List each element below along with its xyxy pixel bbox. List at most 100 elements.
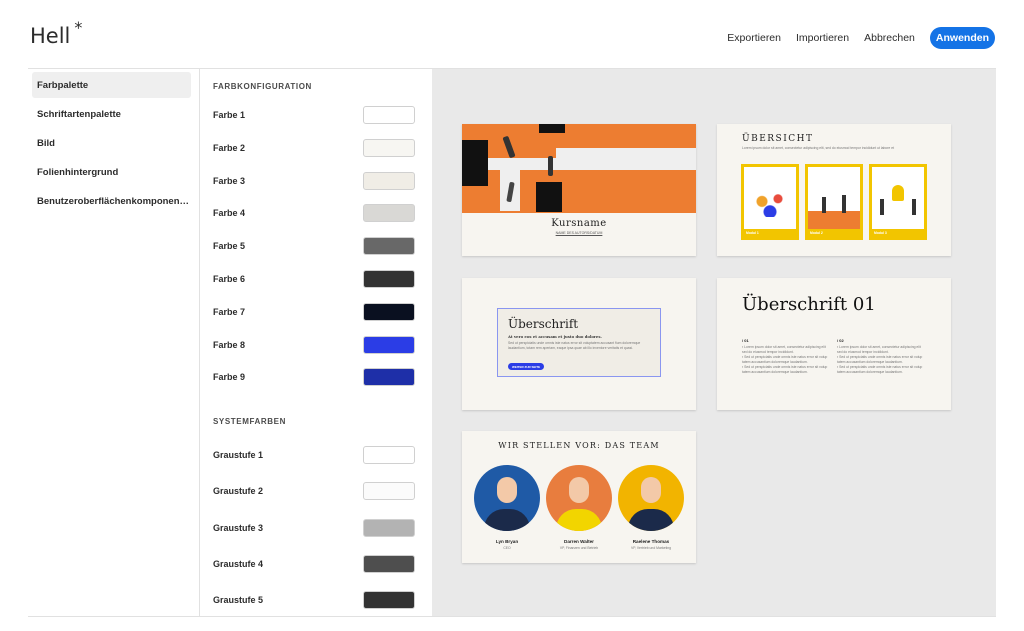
color-swatch[interactable] [363,204,415,223]
preview-slide-heading[interactable]: Überschrift At vero eos et accusam et ju… [462,278,696,410]
theme-title: Hell * [30,18,82,48]
color-swatch[interactable] [363,302,415,321]
sidebar-item-color-palette[interactable]: Farbpalette [32,72,191,98]
content-card: Überschrift At vero eos et accusam et ju… [497,308,661,377]
banner-stripe [556,148,696,170]
person-illustration [842,195,846,213]
slide-overview-title: ÜBERSICHT [742,134,814,144]
bullet-text: Sed ut perspiciatis unde omnis iste natu… [837,355,923,364]
preview-slide-team[interactable]: WIR STELLEN VOR: DAS TEAM Lyn Bryan CEO Da… [462,431,696,563]
bullet-text: Sed ut perspiciatis unde omnis iste natu… [837,365,923,374]
theme-preview-area: Kursname NAME DES AUTORS/DATUM ÜBERSICHT… [432,69,996,616]
color-swatch[interactable] [363,368,415,387]
list-item: ▪ Lorem ipsum dolor sit amet, consectetu… [837,345,921,354]
color-label: Farbe 4 [213,208,246,219]
color-swatch[interactable] [363,237,415,256]
color-label: Farbe 8 [213,339,246,350]
color-label: Farbe 9 [213,372,246,383]
team-title: WIR STELLEN VOR: DAS TEAM [498,441,660,450]
member-name: Raelene Thomas [632,539,670,544]
bullet-text: Sed ut perspiciatis unde omnis iste natu… [742,355,828,364]
bullet-list: ▪ Lorem ipsum dolor sit amet, consectetu… [837,345,925,374]
team-member: Darren Walter VP, Finanzen und Betrieb [546,465,612,550]
member-role: CEO [503,546,511,550]
card-button: WEITER ZUR SEITE [508,363,545,370]
avatar-face [569,477,589,503]
member-name: Darren Walter [564,539,594,544]
sidebar-item-font-palette[interactable]: Schriftartenpalette [32,101,191,127]
preview-slide-heading-01[interactable]: Überschrift 01 / 01 / 02 ▪ Lorem ipsum d… [717,278,951,410]
avatar-face [497,477,517,503]
sidebar-item-ui-components[interactable]: Benutzeroberflächenkomponen… [32,188,191,214]
card-subheading: At vero eos et accusam et justo duo dolo… [508,334,602,339]
module-label: Modul 2 [808,229,860,237]
grayscale-swatch[interactable] [363,591,415,610]
app-header: Hell * Exportieren Importieren Abbrechen … [0,0,1024,68]
module-illustration [808,211,860,231]
unsaved-marker: * [74,18,83,37]
grayscale-row: Graustufe 2 [213,481,415,501]
list-item: ▪ Sed ut perspiciatis unde omnis iste na… [742,355,828,364]
module-card: Modul 3 [869,164,927,240]
person-illustration [548,156,553,176]
module-card: Modul 1 [741,164,799,240]
apply-button[interactable]: Anwenden [929,27,995,49]
color-swatch[interactable] [363,138,415,157]
color-row: Farbe 4 [213,203,415,223]
import-button[interactable]: Importieren [796,32,849,44]
sidebar-item-label: Folienhintergrund [37,166,119,178]
cancel-button[interactable]: Abbrechen [864,32,915,44]
sidebar-item-label: Farbpalette [37,79,89,91]
footer-divider [28,616,996,617]
card-text: Sed ut perspiciatis unde omnis iste natu… [508,341,641,350]
sidebar-item-label: Benutzeroberflächenkomponen… [37,195,190,207]
color-config-panel: FARBKONFIGURATION Farbe 1 Farbe 2 Farbe 3 F… [201,69,432,616]
grayscale-swatch[interactable] [363,518,415,537]
sidebar-item-image[interactable]: Bild [32,130,191,156]
list-item: ▪ Sed ut perspiciatis unde omnis iste na… [742,365,828,374]
color-row: Farbe 1 [213,105,415,125]
module-illustration [750,191,790,217]
color-row: Farbe 9 [213,367,415,387]
avatar [618,465,684,531]
grayscale-swatch[interactable] [363,554,415,573]
color-swatch[interactable] [363,270,415,288]
avatar-face [641,477,661,503]
color-label: Farbe 6 [213,274,246,284]
avatar-body [484,509,530,531]
color-label: Farbe 2 [213,142,246,153]
grayscale-label: Graustufe 2 [213,486,264,497]
avatar-body [628,509,674,531]
column-heading: / 01 [742,338,749,343]
color-swatch[interactable] [363,335,415,354]
list-item: ▪ Lorem ipsum dolor sit amet, consectetu… [742,345,826,354]
color-label: Farbe 5 [213,241,246,252]
slide-overview-text: Lorem ipsum dolor sit amet, consectetur … [742,146,895,150]
export-button[interactable]: Exportieren [727,32,781,44]
settings-sidebar: Farbpalette Schriftartenpalette Bild Fol… [28,69,200,616]
module-card: Modul 2 [805,164,863,240]
color-row: Farbe 7 [213,302,415,322]
grayscale-label: Graustufe 1 [213,450,264,460]
grayscale-swatch[interactable] [363,446,415,464]
color-row: Farbe 2 [213,138,415,158]
color-row: Farbe 3 [213,171,415,191]
preview-slide-overview[interactable]: ÜBERSICHT Lorem ipsum dolor sit amet, co… [717,124,951,256]
color-section-title: FARBKONFIGURATION [213,82,312,91]
grayscale-row: Graustufe 5 [213,590,415,610]
sidebar-item-slide-background[interactable]: Folienhintergrund [32,159,191,185]
color-swatch[interactable] [363,171,415,190]
color-label: Farbe 1 [213,110,246,120]
banner-block [539,124,565,133]
banner-block [536,182,562,212]
module-label: Modul 3 [872,229,924,237]
preview-slide-title[interactable]: Kursname NAME DES AUTORS/DATUM [462,124,696,256]
sidebar-item-label: Schriftartenpalette [37,108,121,120]
theme-name: Hell [30,24,71,48]
bullet-text: Lorem ipsum dolor sit amet, consectetur … [742,345,826,354]
list-item: ▪ Sed ut perspiciatis unde omnis iste na… [837,355,923,364]
grayscale-label: Graustufe 4 [213,558,264,569]
grayscale-swatch[interactable] [363,482,415,501]
color-swatch[interactable] [363,106,415,124]
banner-block [462,140,488,186]
